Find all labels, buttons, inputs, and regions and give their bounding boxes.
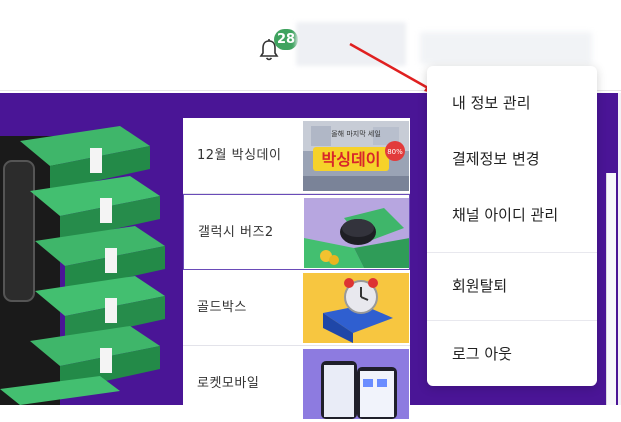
promo-item-galaxy-buds2[interactable]: 갤럭시 버즈2 <box>183 194 410 270</box>
notification-badge[interactable]: 28 <box>274 29 298 50</box>
menu-item-withdraw[interactable]: 회원탈퇴 <box>427 258 597 314</box>
promo-item-rocket-mobile[interactable]: 로켓모바일 <box>183 346 410 422</box>
menu-item-logout[interactable]: 로그 아웃 <box>427 326 597 382</box>
menu-divider <box>427 252 597 253</box>
promo-item-boxing-day[interactable]: 12월 박싱데이 올해 마지막 세일 박싱데이 80% <box>183 118 410 194</box>
promo-item-gold-box[interactable]: 골드박스 <box>183 270 410 346</box>
svg-text:올해 마지막 세일: 올해 마지막 세일 <box>331 129 381 138</box>
promo-label: 갤럭시 버즈2 <box>198 225 274 240</box>
scrollbar[interactable] <box>606 173 616 405</box>
blurred-account-area[interactable] <box>420 32 592 64</box>
account-dropdown-menu: 내 정보 관리 결제정보 변경 채널 아이디 관리 회원탈퇴 로그 아웃 <box>427 66 597 386</box>
promo-label: 골드박스 <box>197 300 247 315</box>
menu-item-payment-change[interactable]: 결제정보 변경 <box>427 131 597 187</box>
blurred-username[interactable] <box>296 22 406 66</box>
menu-divider <box>427 320 597 321</box>
gold-box-thumbnail <box>303 273 409 343</box>
galaxy-buds-thumbnail <box>304 198 409 268</box>
svg-text:80%: 80% <box>387 148 403 156</box>
money-stack-illustration <box>0 126 165 405</box>
promo-label: 로켓모바일 <box>197 376 260 391</box>
promo-list: 12월 박싱데이 올해 마지막 세일 박싱데이 80% 갤럭시 버즈2 골드박스… <box>183 118 410 419</box>
rocket-mobile-thumbnail <box>303 349 409 419</box>
boxing-day-thumbnail: 올해 마지막 세일 박싱데이 80% <box>303 121 409 191</box>
menu-item-channel-id[interactable]: 채널 아이디 관리 <box>427 187 597 243</box>
menu-item-my-info[interactable]: 내 정보 관리 <box>427 75 597 131</box>
promo-label: 12월 박싱데이 <box>197 148 282 163</box>
svg-text:박싱데이: 박싱데이 <box>322 150 381 169</box>
